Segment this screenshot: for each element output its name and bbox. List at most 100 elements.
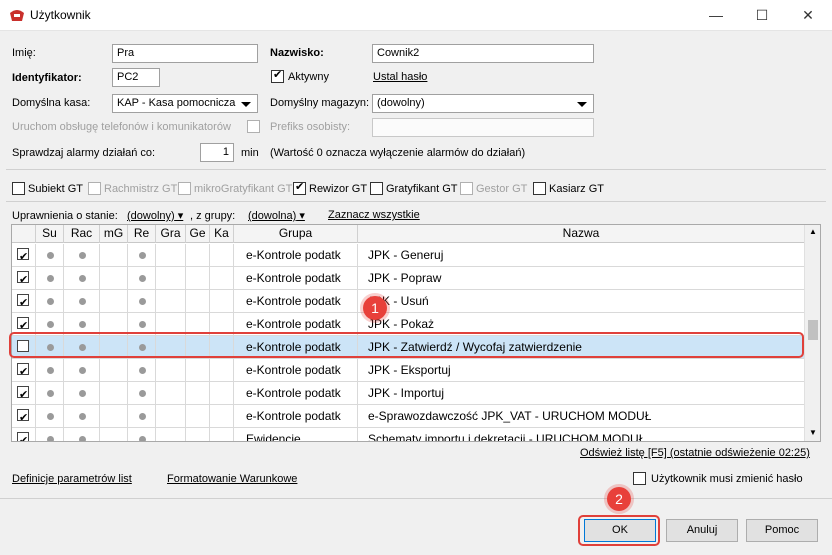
scrollbar-thumb[interactable] xyxy=(808,320,818,340)
module-availability-cell xyxy=(64,405,100,427)
column-header[interactable]: Ge xyxy=(186,225,210,243)
module-cell xyxy=(186,267,210,289)
group-cell: Ewidencje xyxy=(234,428,358,441)
column-header[interactable]: Grupa xyxy=(234,225,358,243)
module-availability-cell xyxy=(128,359,156,381)
personal-prefix-label: Prefiks osobisty: xyxy=(270,121,351,133)
availability-dot-icon xyxy=(46,436,54,441)
divider xyxy=(6,169,826,170)
module-cell xyxy=(210,244,234,266)
permission-cell xyxy=(12,382,36,404)
table-row[interactable]: e-Kontrole podatkJPK - Usuń xyxy=(12,290,805,313)
module-availability-cell xyxy=(64,359,100,381)
permission-checkbox[interactable] xyxy=(17,384,29,404)
default-cash-select[interactable]: KAP - Kasa pomocnicza xyxy=(112,94,258,113)
conditional-format-link[interactable]: Formatowanie Warunkowe xyxy=(167,473,297,485)
must-change-password-checkbox[interactable] xyxy=(633,472,646,485)
module-label: Subiekt GT xyxy=(28,183,84,195)
title-bar: Użytkownik — ☐ ✕ xyxy=(0,0,832,31)
default-cash-label: Domyślna kasa: xyxy=(12,97,91,109)
column-header[interactable]: Rac xyxy=(64,225,100,243)
personal-prefix-field[interactable] xyxy=(372,118,594,137)
column-header[interactable]: Nazwa xyxy=(358,225,805,243)
module-checkbox[interactable] xyxy=(533,182,546,195)
first-name-field[interactable]: Pra xyxy=(112,44,258,63)
vertical-scrollbar[interactable]: ▲ ▼ xyxy=(804,225,820,441)
alarm-interval-field[interactable]: 1 xyxy=(200,143,234,162)
permission-checkbox[interactable] xyxy=(17,269,29,289)
close-button[interactable]: ✕ xyxy=(785,0,831,31)
set-password-link[interactable]: Ustal hasło xyxy=(373,71,427,83)
column-header[interactable]: Gra xyxy=(156,225,186,243)
table-row[interactable]: e-Kontrole podatkJPK - Popraw xyxy=(12,267,805,290)
refresh-list-link[interactable]: Odśwież listę [F5] (ostatnie odświeżenie… xyxy=(580,447,810,459)
module-availability-cell xyxy=(128,382,156,404)
module-checkbox[interactable] xyxy=(293,180,306,195)
module-label: Kasiarz GT xyxy=(549,183,605,195)
permission-cell xyxy=(12,405,36,427)
permission-cell xyxy=(12,290,36,312)
table-row[interactable]: e-Kontrole podatke-Sprawozdawczość JPK_V… xyxy=(12,405,805,428)
module-cell xyxy=(156,382,186,404)
active-checkbox[interactable] xyxy=(271,68,284,83)
column-header[interactable]: Su xyxy=(36,225,64,243)
last-name-field[interactable]: Cownik2 xyxy=(372,44,594,63)
identifier-field[interactable]: PC2 xyxy=(112,68,160,87)
window-title: Użytkownik xyxy=(30,8,91,22)
group-filter-dropdown[interactable]: (dowolna) ▾ xyxy=(248,209,305,222)
cancel-button[interactable]: Anuluj xyxy=(666,519,738,542)
module-cell xyxy=(100,290,128,312)
scroll-down-icon[interactable]: ▼ xyxy=(809,428,817,437)
module-availability-cell xyxy=(128,267,156,289)
table-row[interactable]: e-Kontrole podatkJPK - Importuj xyxy=(12,382,805,405)
name-cell: JPK - Usuń xyxy=(358,290,805,312)
ok-button[interactable]: OK xyxy=(584,519,656,542)
availability-dot-icon xyxy=(46,390,54,397)
list-params-link[interactable]: Definicje parametrów list xyxy=(12,473,132,485)
select-all-link[interactable]: Zaznacz wszystkie xyxy=(328,209,420,221)
permission-checkbox[interactable] xyxy=(17,292,29,312)
group-filter-value: (dowolna) xyxy=(248,210,297,222)
module-cell xyxy=(186,244,210,266)
permission-checkbox[interactable] xyxy=(17,246,29,266)
availability-dot-icon xyxy=(78,436,86,441)
module-cell xyxy=(156,244,186,266)
maximize-button[interactable]: ☐ xyxy=(739,0,785,31)
availability-dot-icon xyxy=(138,298,146,305)
group-cell: e-Kontrole podatk xyxy=(234,359,358,381)
module-checkbox[interactable] xyxy=(12,182,25,195)
default-warehouse-label: Domyślny magazyn: xyxy=(270,97,370,109)
name-cell: JPK - Importuj xyxy=(358,382,805,404)
column-header[interactable]: Ka xyxy=(210,225,234,243)
column-header[interactable]: Re xyxy=(128,225,156,243)
permission-cell xyxy=(12,359,36,381)
annotation-badge-1: 1 xyxy=(363,296,387,320)
module-checkbox[interactable] xyxy=(460,182,473,195)
phone-service-checkbox[interactable] xyxy=(247,120,260,133)
availability-dot-icon xyxy=(138,321,146,328)
permission-checkbox[interactable] xyxy=(17,407,29,427)
minimize-button[interactable]: — xyxy=(693,0,739,31)
column-header[interactable] xyxy=(12,225,36,243)
state-filter-dropdown[interactable]: (dowolny) ▾ xyxy=(127,209,183,222)
help-button[interactable]: Pomoc xyxy=(746,519,818,542)
active-label: Aktywny xyxy=(288,71,329,83)
module-label: mikroGratyfikant GT xyxy=(194,183,293,195)
default-warehouse-select[interactable]: (dowolny) xyxy=(372,94,594,113)
table-row[interactable]: e-Kontrole podatkJPK - Eksportuj xyxy=(12,359,805,382)
availability-dot-icon xyxy=(78,275,86,282)
table-row[interactable]: EwidencjeSchematy importu i dekretacji -… xyxy=(12,428,805,441)
permission-checkbox[interactable] xyxy=(17,361,29,381)
availability-dot-icon xyxy=(46,413,54,420)
column-header[interactable]: mG xyxy=(100,225,128,243)
permission-checkbox[interactable] xyxy=(17,315,29,335)
module-checkbox[interactable] xyxy=(178,182,191,195)
scroll-up-icon[interactable]: ▲ xyxy=(809,227,817,236)
default-cash-value: KAP - Kasa pomocnicza xyxy=(117,97,236,109)
module-checkbox[interactable] xyxy=(88,182,101,195)
availability-dot-icon xyxy=(78,413,86,420)
permission-checkbox[interactable] xyxy=(17,430,29,441)
module-checkbox[interactable] xyxy=(370,182,383,195)
module-cell xyxy=(186,290,210,312)
table-row[interactable]: e-Kontrole podatkJPK - Generuj xyxy=(12,244,805,267)
